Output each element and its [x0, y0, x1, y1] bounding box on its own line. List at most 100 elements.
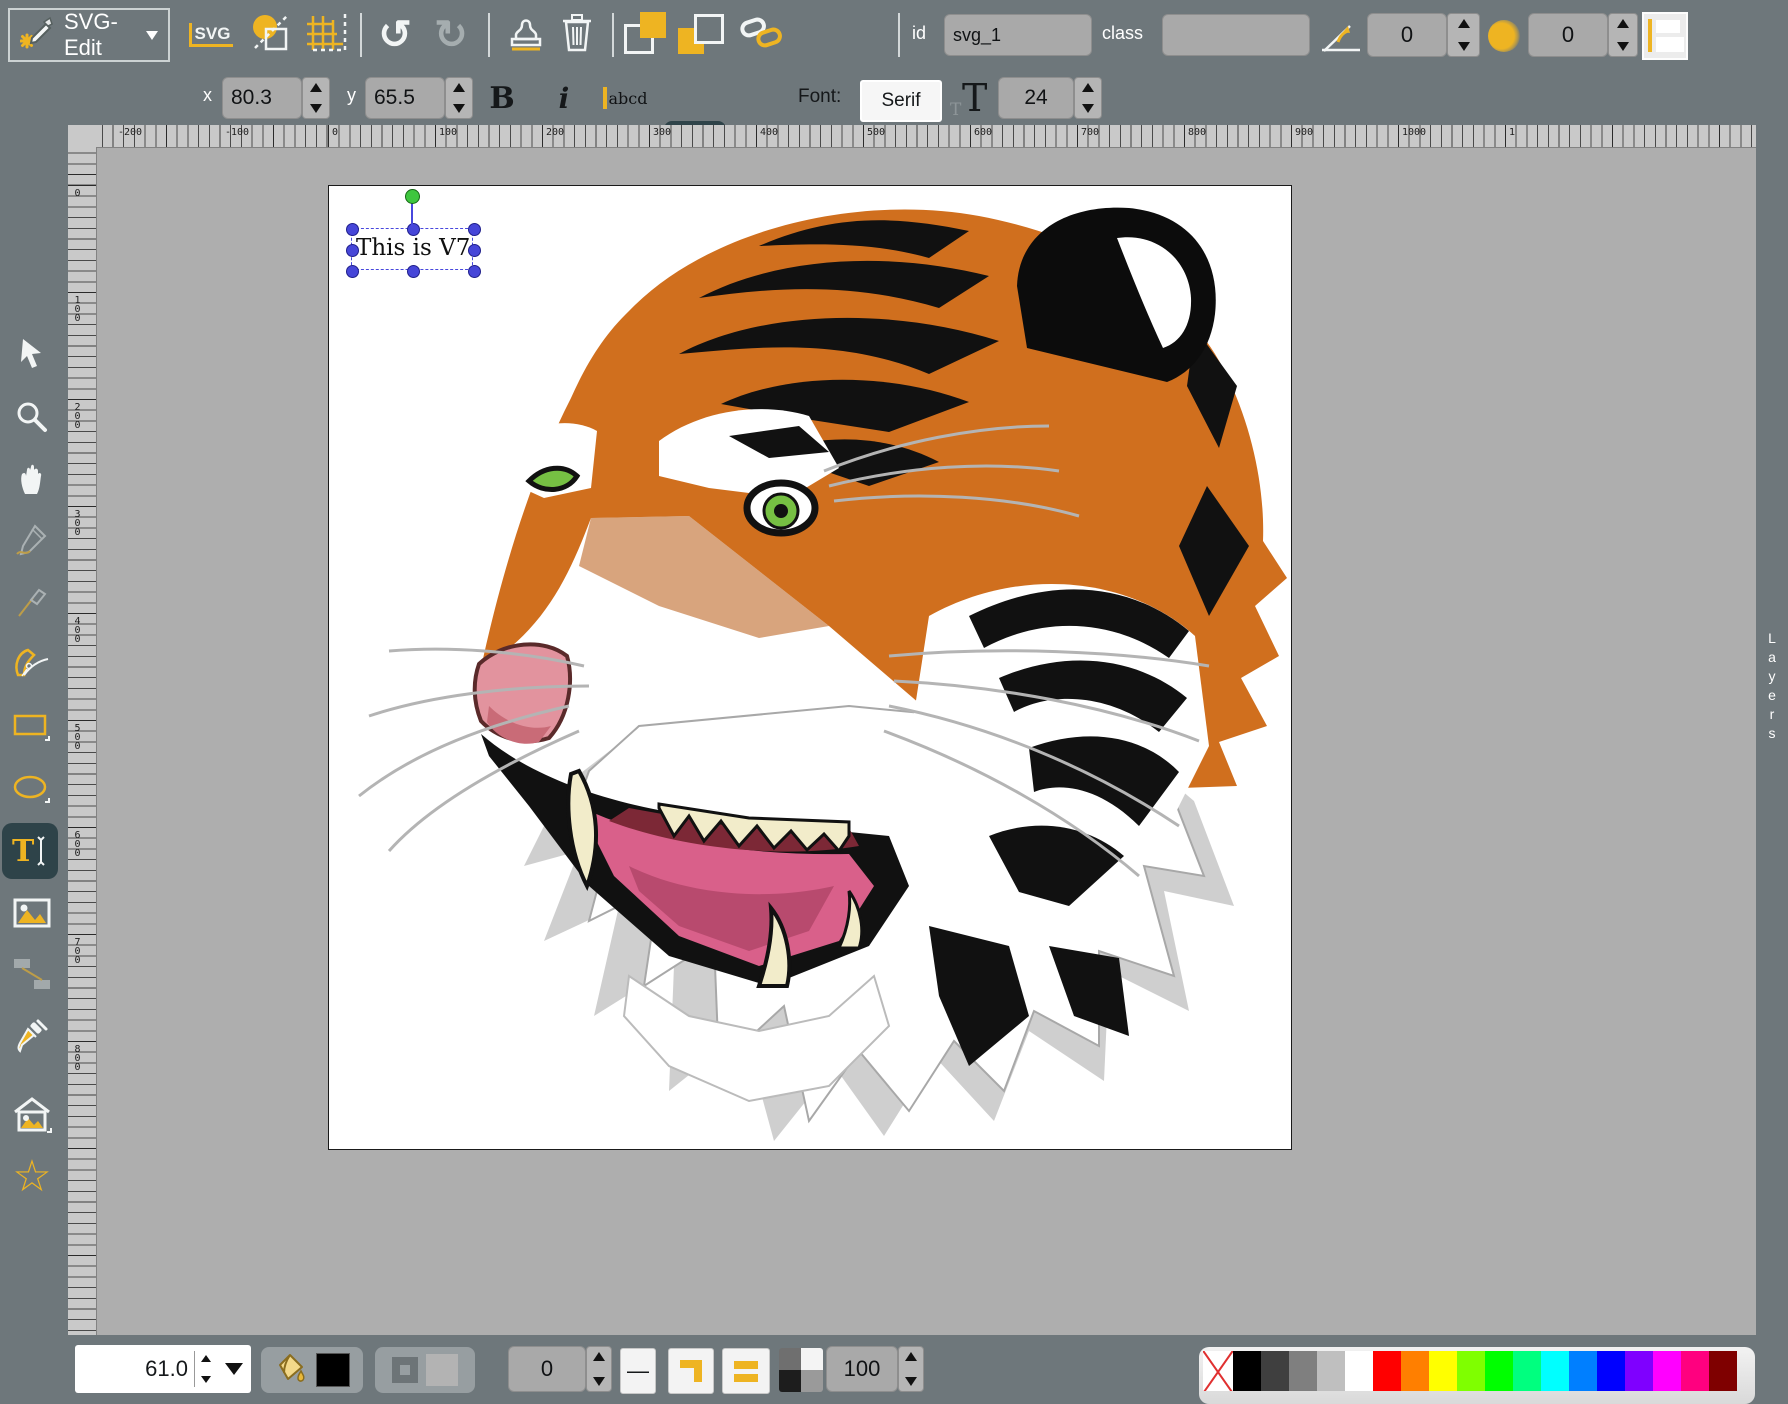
zoom-dropdown-icon[interactable] [225, 1363, 243, 1375]
spinner-up-icon[interactable] [310, 83, 322, 92]
spinner-down-icon[interactable] [1458, 42, 1470, 51]
selection-handle-w[interactable] [346, 244, 359, 257]
palette-swatch[interactable] [1373, 1351, 1401, 1391]
layers-panel-title[interactable]: Layers [1764, 630, 1780, 744]
selection-handle-se[interactable] [468, 265, 481, 278]
stroke-width-spinner[interactable] [586, 1346, 612, 1392]
id-input[interactable] [944, 14, 1092, 56]
palette-swatch[interactable] [1597, 1351, 1625, 1391]
palette-swatch[interactable] [1233, 1351, 1261, 1391]
blur-input[interactable] [1528, 13, 1608, 57]
font-size-input[interactable] [998, 77, 1074, 119]
spinner-up-icon[interactable] [1082, 83, 1094, 92]
spinner-up-icon[interactable] [1458, 19, 1470, 28]
palette-swatch[interactable] [1569, 1351, 1597, 1391]
move-to-top-button[interactable] [624, 12, 670, 58]
blur-spinner[interactable] [1608, 13, 1638, 57]
palette-swatch[interactable] [1289, 1351, 1317, 1391]
angle-input[interactable] [1367, 13, 1447, 57]
angle-spinner[interactable] [1447, 13, 1480, 57]
pencil-tool-button[interactable] [4, 513, 60, 569]
palette-swatch[interactable] [1457, 1351, 1485, 1391]
spinner-up-icon[interactable] [453, 83, 465, 92]
document-properties-button[interactable] [244, 10, 296, 60]
fill-color-swatch[interactable] [316, 1353, 350, 1387]
spinner-down-icon[interactable] [1082, 104, 1094, 113]
italic-button[interactable]: i [540, 74, 588, 122]
palette-swatch[interactable] [1541, 1351, 1569, 1391]
select-tool-button[interactable] [4, 327, 60, 383]
pan-tool-button[interactable] [4, 451, 60, 507]
star-tool-button[interactable]: ☆ [4, 1149, 60, 1205]
spinner-down-icon[interactable] [310, 104, 322, 113]
selection-handle-n[interactable] [407, 223, 420, 236]
zoom-spinner[interactable] [195, 1349, 217, 1389]
x-input[interactable] [222, 77, 302, 119]
selection-handle-nw[interactable] [346, 223, 359, 236]
font-size-spinner[interactable] [1074, 77, 1102, 119]
shape-library-tool-button[interactable] [4, 1087, 60, 1143]
opacity-input[interactable] [826, 1346, 898, 1392]
palette-swatch[interactable] [1261, 1351, 1289, 1391]
spinner-down-icon[interactable] [593, 1377, 605, 1386]
y-spinner[interactable] [445, 77, 473, 119]
editor-panel-button[interactable] [1642, 12, 1688, 60]
spinner-down-icon[interactable] [905, 1377, 917, 1386]
palette-swatch[interactable] [1653, 1351, 1681, 1391]
palette-swatch[interactable] [1317, 1351, 1345, 1391]
delete-button[interactable] [552, 10, 602, 60]
stroke-width-input[interactable] [508, 1346, 586, 1392]
eyedropper-tool-button[interactable] [4, 1009, 60, 1065]
palette-swatch[interactable] [1709, 1351, 1737, 1391]
palette-swatch[interactable] [1485, 1351, 1513, 1391]
spinner-down-icon[interactable] [201, 1376, 211, 1383]
zoom-control[interactable]: 61.0 [75, 1345, 251, 1393]
connector-tool-button[interactable] [4, 947, 60, 1003]
ellipse-tool-button[interactable] [4, 761, 60, 817]
opacity-spinner[interactable] [898, 1346, 924, 1392]
svg-canvas[interactable]: This is V7 [328, 185, 1292, 1150]
stroke-linecap-button[interactable] [722, 1348, 770, 1394]
selection-handle-e[interactable] [468, 244, 481, 257]
line-tool-button[interactable] [4, 575, 60, 631]
image-tool-button[interactable] [4, 885, 60, 941]
text-anchor-start-button[interactable]: abcd [600, 74, 656, 122]
y-input[interactable] [365, 77, 445, 119]
stroke-linejoin-button[interactable] [668, 1348, 714, 1394]
spinner-up-icon[interactable] [1617, 19, 1629, 28]
palette-swatch[interactable] [1625, 1351, 1653, 1391]
zoom-tool-button[interactable] [4, 389, 60, 445]
main-menu-button[interactable]: SVG-Edit [8, 8, 170, 62]
selection-handle-sw[interactable] [346, 265, 359, 278]
make-hyperlink-button[interactable] [736, 12, 786, 58]
palette-swatch[interactable] [1429, 1351, 1457, 1391]
spinner-down-icon[interactable] [453, 104, 465, 113]
stroke-style-button[interactable]: — [620, 1348, 656, 1394]
redo-button[interactable]: ↻ [426, 8, 476, 62]
palette-swatch[interactable] [1345, 1351, 1373, 1391]
layers-panel-strip[interactable]: Layers [1756, 125, 1788, 1335]
text-tool-button[interactable]: T [2, 823, 58, 879]
clone-button[interactable] [500, 10, 552, 60]
rect-tool-button[interactable] [4, 699, 60, 755]
editor-preferences-button[interactable] [300, 10, 352, 60]
canvas-text-element[interactable]: This is V7 [356, 235, 470, 261]
stroke-color-swatch[interactable] [426, 1354, 458, 1386]
spinner-up-icon[interactable] [593, 1352, 605, 1361]
x-spinner[interactable] [302, 77, 330, 119]
path-tool-button[interactable] [4, 637, 60, 693]
palette-swatch[interactable] [1513, 1351, 1541, 1391]
move-to-bottom-button[interactable] [678, 12, 724, 58]
source-editor-button[interactable]: SVG [184, 12, 238, 58]
class-input[interactable] [1162, 14, 1310, 56]
font-family-button[interactable]: Serif [860, 80, 942, 122]
bold-button[interactable]: B [478, 74, 526, 122]
spinner-down-icon[interactable] [1617, 42, 1629, 51]
undo-button[interactable]: ↺ [370, 8, 420, 62]
palette-swatch[interactable] [1681, 1351, 1709, 1391]
rotate-handle[interactable] [405, 189, 420, 204]
spinner-up-icon[interactable] [905, 1352, 917, 1361]
palette-swatch[interactable] [1401, 1351, 1429, 1391]
selection-handle-s[interactable] [407, 265, 420, 278]
selection-handle-ne[interactable] [468, 223, 481, 236]
